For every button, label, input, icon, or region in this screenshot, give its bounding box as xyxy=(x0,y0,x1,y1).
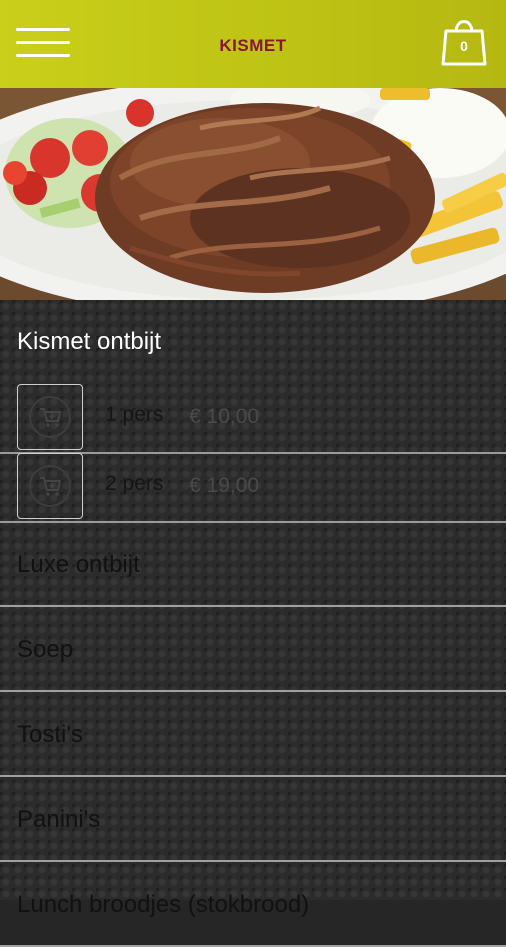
app-header: KISMET 0 xyxy=(0,0,506,88)
cart-add-icon xyxy=(29,465,71,507)
page-title: KISMET xyxy=(219,36,287,55)
category-soep[interactable]: Soep xyxy=(0,607,506,692)
add-to-cart-button[interactable] xyxy=(17,384,83,450)
cart-add-icon xyxy=(29,396,71,438)
menu-list: Kismet ontbijt 1 pers € 10,00 2 pers € 1… xyxy=(0,300,506,947)
menu-item: 1 pers € 10,00 xyxy=(0,384,506,454)
category-label: Panini's xyxy=(17,806,101,833)
category-lunch-broodjes[interactable]: Lunch broodjes (stokbrood) xyxy=(0,862,506,947)
cart-count-badge: 0 xyxy=(460,38,468,54)
hero-image xyxy=(0,88,506,300)
item-name: 1 pers xyxy=(105,403,164,426)
category-label: Luxe ontbijt xyxy=(17,551,140,578)
category-paninis[interactable]: Panini's xyxy=(0,777,506,862)
category-tostis[interactable]: Tosti's xyxy=(0,692,506,777)
shopping-bag-icon[interactable]: 0 xyxy=(440,14,488,68)
category-luxe-ontbijt[interactable]: Luxe ontbijt xyxy=(0,522,506,607)
category-label: Soep xyxy=(17,636,74,663)
section-title: Kismet ontbijt xyxy=(17,328,162,355)
item-price: € 10,00 xyxy=(189,405,260,428)
category-label: Tosti's xyxy=(17,721,83,748)
item-price: € 19,00 xyxy=(189,474,260,497)
add-to-cart-button[interactable] xyxy=(17,453,83,519)
menu-item: 2 pers € 19,00 xyxy=(0,453,506,523)
category-label: Lunch broodjes (stokbrood) xyxy=(17,891,310,918)
item-name: 2 pers xyxy=(105,472,164,495)
